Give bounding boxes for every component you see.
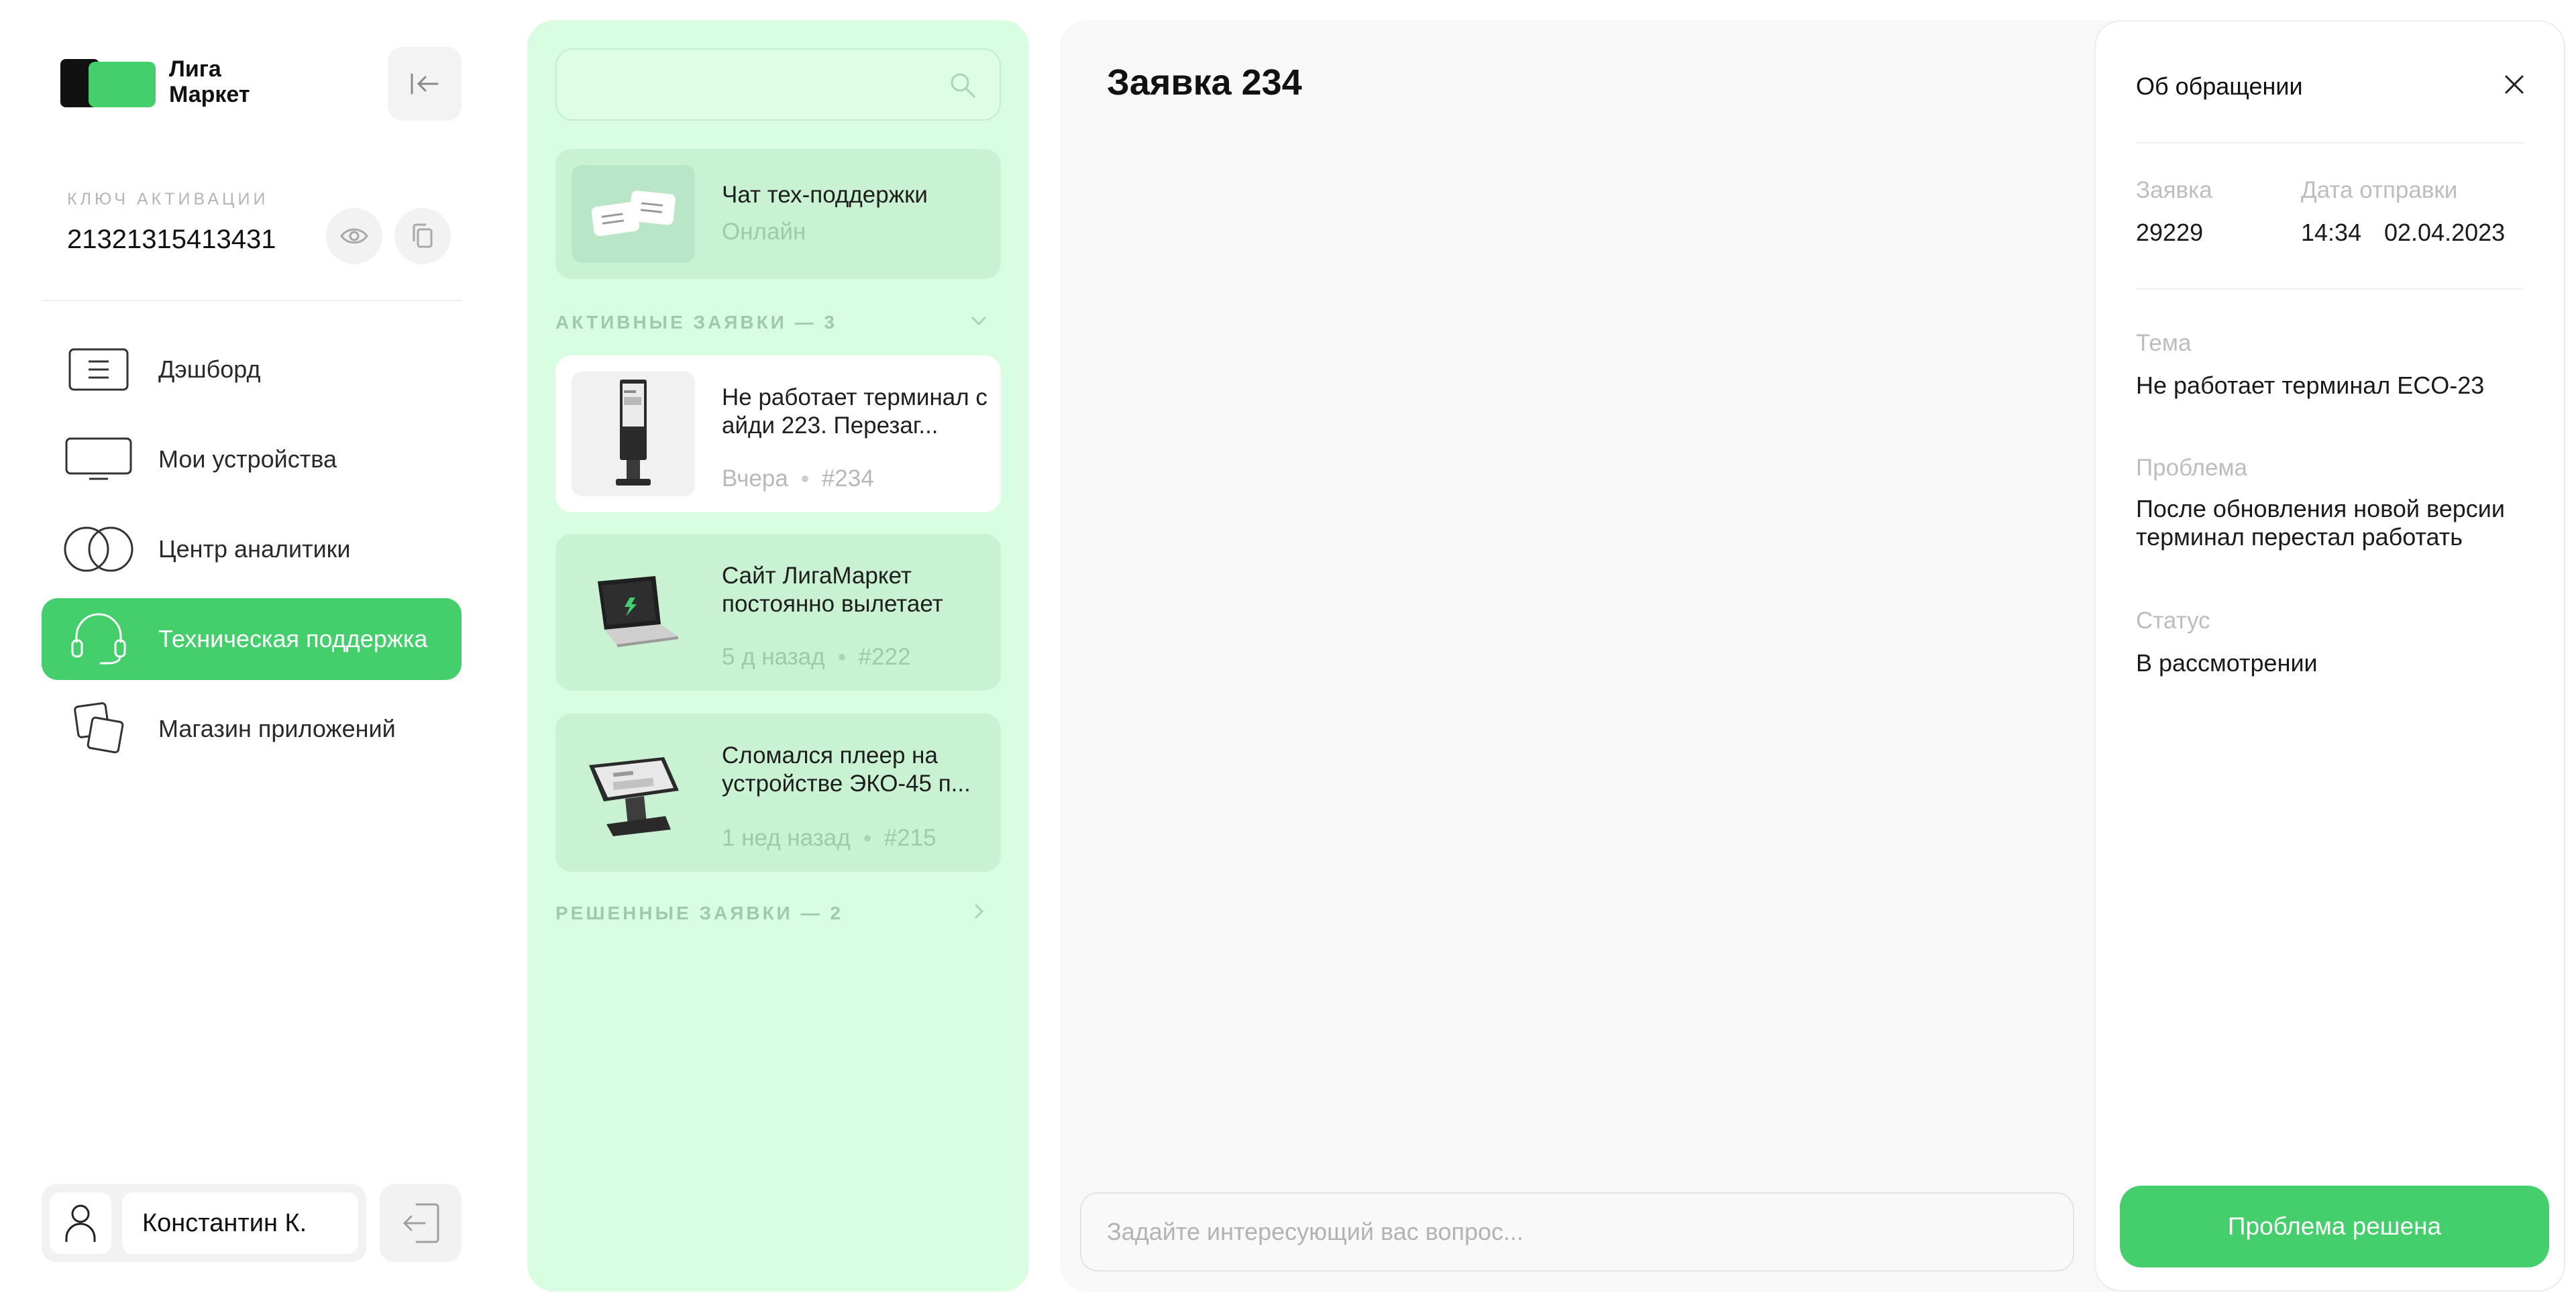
- resolved-tickets-header[interactable]: РЕШЕННЫЕ ЗАЯВКИ — 2: [555, 903, 1001, 924]
- kiosk-image: [572, 372, 695, 496]
- chat-bubbles-icon: [572, 165, 695, 263]
- ticket-meta: Вчера #234: [722, 465, 874, 492]
- activation-key-label: КЛЮЧ АКТИВАЦИИ: [67, 190, 269, 209]
- show-key-button[interactable]: [326, 208, 382, 264]
- dashboard-icon: [62, 343, 136, 396]
- topic-label: Тема: [2136, 330, 2192, 356]
- resolved-tickets-label: РЕШЕННЫЕ ЗАЯВКИ — 2: [555, 903, 843, 923]
- copy-icon: [413, 223, 433, 248]
- user-profile[interactable]: Константин К.: [42, 1184, 366, 1262]
- ticket-details-panel: Об обращении Заявка 29229 Дата отправки …: [2094, 20, 2565, 1292]
- logout-icon: [402, 1203, 439, 1243]
- avatar: [50, 1192, 111, 1254]
- ticket-number-value: 29229: [2136, 219, 2204, 246]
- nav-item-analytics[interactable]: Центр аналитики: [42, 508, 462, 590]
- ticket-list-panel: Чат тех-поддержки Онлайн АКТИВНЫЕ ЗАЯВКИ…: [527, 20, 1029, 1292]
- nav-item-dashboard[interactable]: Дэшборд: [42, 329, 462, 410]
- eye-icon: [340, 228, 368, 244]
- search-icon[interactable]: [949, 71, 977, 103]
- collapse-sidebar-button[interactable]: [388, 47, 462, 121]
- ticket-title: Не работает терминал с айди 223. Перезаг…: [722, 384, 987, 439]
- logo-text: Лига Маркет: [169, 56, 250, 107]
- ticket-number: #215: [883, 825, 936, 851]
- ticket-number: #222: [858, 644, 911, 670]
- chat-title: Заявка 234: [1107, 62, 1302, 103]
- analytics-icon: [62, 522, 136, 576]
- chevron-down-icon: [971, 317, 986, 326]
- nav-label: Мои устройства: [158, 445, 337, 473]
- collapse-left-icon: [411, 73, 439, 95]
- ticket-meta: 1 нед назад #215: [722, 825, 936, 852]
- separator-dot: [863, 835, 871, 842]
- ticket-item[interactable]: Сломался плеер на устройстве ЭКО-45 п...…: [555, 714, 1001, 872]
- pos-terminal-image: [572, 730, 695, 854]
- active-tickets-label: АКТИВНЫЕ ЗАЯВКИ — 3: [555, 312, 837, 333]
- ticket-meta: 5 д назад #222: [722, 644, 911, 671]
- ticket-title: Сайт ЛигаМаркет постоянно вылетает: [722, 563, 943, 617]
- ticket-time: 5 д назад: [722, 644, 825, 670]
- ticket-title: Сломался плеер на устройстве ЭКО-45 п...: [722, 742, 971, 797]
- support-chat-status: Онлайн: [722, 219, 806, 245]
- user-name: Константин К.: [122, 1192, 358, 1254]
- message-input[interactable]: Задайте интересующий вас вопрос...: [1080, 1192, 2074, 1271]
- ticket-time: Вчера: [722, 465, 788, 492]
- close-icon: [2505, 75, 2524, 94]
- copy-key-button[interactable]: [394, 208, 451, 264]
- search-input[interactable]: [555, 48, 1001, 121]
- support-chat-card[interactable]: Чат тех-поддержки Онлайн: [555, 149, 1001, 279]
- time-value: 14:34: [2301, 219, 2362, 246]
- nav-label: Техническая поддержка: [158, 625, 428, 652]
- support-chat-title: Чат тех-поддержки: [722, 182, 928, 208]
- details-divider: [2136, 142, 2524, 144]
- nav-label: Дэшборд: [158, 355, 261, 383]
- app-store-icon: [62, 702, 136, 756]
- laptop-image: [572, 550, 695, 675]
- ticket-number: #234: [821, 465, 874, 492]
- sidebar: Лига Маркет КЛЮЧ АКТИВАЦИИ 2132131541343…: [0, 0, 500, 1305]
- nav-item-devices[interactable]: Мои устройства: [42, 418, 462, 500]
- details-divider: [2136, 288, 2524, 290]
- topic-value: Не работает терминал ECO-23: [2136, 372, 2485, 399]
- close-details-button[interactable]: [2494, 64, 2534, 105]
- chat-area: Заявка 234 Задайте интересующий вас вопр…: [1060, 20, 2133, 1292]
- monitor-icon: [62, 433, 136, 486]
- chevron-right-icon: [975, 904, 984, 919]
- logout-button[interactable]: [380, 1184, 462, 1262]
- sidebar-divider: [42, 300, 462, 301]
- status-label: Статус: [2136, 608, 2210, 634]
- logo[interactable]: Лига Маркет: [60, 55, 250, 109]
- ticket-time: 1 нед назад: [722, 825, 851, 851]
- logo-line-1: Лига: [169, 56, 221, 82]
- separator-dot: [801, 475, 808, 482]
- logo-mark-icon: [60, 55, 161, 109]
- details-title: Об обращении: [2136, 72, 2303, 100]
- ticket-item[interactable]: Сайт ЛигаМаркет постоянно вылетает 5 д н…: [555, 534, 1001, 691]
- ticket-number-label: Заявка: [2136, 177, 2212, 203]
- problem-value: После обновления новой версии терминал п…: [2136, 495, 2506, 551]
- nav-label: Центр аналитики: [158, 535, 351, 563]
- headset-icon: [62, 612, 136, 666]
- date-label: Дата отправки: [2301, 177, 2458, 203]
- logo-line-2: Маркет: [169, 82, 250, 107]
- activation-key-value: 21321315413431: [67, 225, 276, 254]
- active-tickets-header[interactable]: АКТИВНЫЕ ЗАЯВКИ — 3: [555, 312, 1001, 333]
- nav-item-app-store[interactable]: Магазин приложений: [42, 688, 462, 770]
- date-value: 02.04.2023: [2384, 219, 2506, 246]
- nav-item-support[interactable]: Техническая поддержка: [42, 598, 462, 680]
- status-value: В рассмотрении: [2136, 649, 2318, 677]
- problem-label: Проблема: [2136, 455, 2247, 481]
- main-navigation: Дэшборд Мои устройства Центр аналитики Т…: [42, 329, 462, 778]
- resolve-problem-button[interactable]: Проблема решена: [2120, 1186, 2549, 1267]
- separator-dot: [838, 654, 845, 661]
- ticket-item[interactable]: Не работает терминал с айди 223. Перезаг…: [555, 355, 1001, 512]
- user-icon: [65, 1204, 96, 1242]
- nav-label: Магазин приложений: [158, 715, 396, 742]
